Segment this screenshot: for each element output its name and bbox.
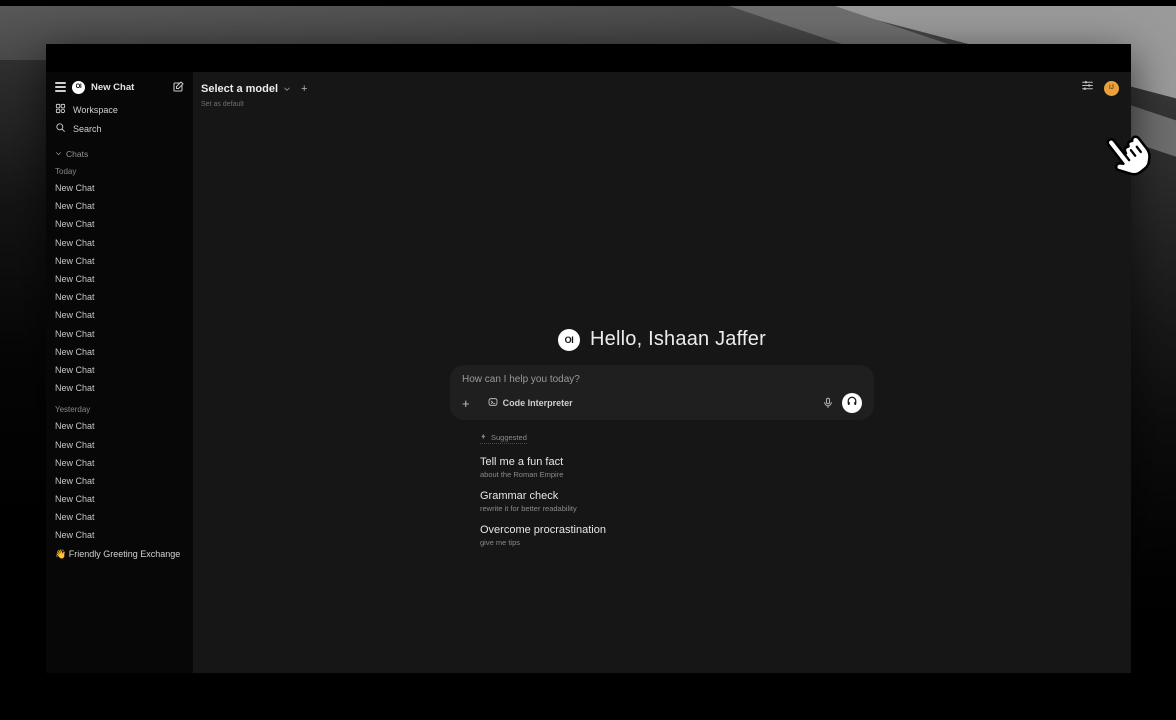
app-window: OI New Chat Workspace	[46, 44, 1131, 673]
chat-item-pinned[interactable]: 👋 Friendly Greeting Exchange	[55, 546, 184, 564]
desktop-background-bottom	[0, 688, 1176, 720]
suggested-prompt[interactable]: Grammar check rewrite it for better read…	[480, 490, 874, 513]
chat-groups: TodayNew ChatNew ChatNew ChatNew ChatNew…	[55, 167, 184, 545]
add-model-button[interactable]: +	[301, 83, 307, 95]
chat-item[interactable]: New Chat	[55, 435, 184, 453]
controls-sliders-icon[interactable]	[1081, 79, 1094, 97]
window-titlebar	[46, 44, 1131, 72]
chat-item[interactable]: New Chat	[55, 472, 184, 490]
app-logo: OI	[558, 329, 580, 351]
composer[interactable]: How can I help you today? + Code Interpr…	[450, 365, 874, 420]
chat-item[interactable]: New Chat	[55, 526, 184, 544]
chat-item[interactable]: New Chat	[55, 215, 184, 233]
suggested-section: Suggested Tell me a fun fact about the R…	[450, 427, 874, 547]
chat-item[interactable]: New Chat	[55, 361, 184, 379]
chevron-down-icon	[55, 149, 62, 159]
search-icon	[55, 122, 66, 135]
grid-icon	[55, 103, 66, 116]
chat-item[interactable]: New Chat	[55, 252, 184, 270]
code-interpreter-label: Code Interpreter	[503, 398, 573, 408]
main-panel: Select a model + Set as default IJ	[193, 72, 1131, 673]
user-avatar[interactable]: IJ	[1104, 81, 1119, 96]
chat-item[interactable]: New Chat	[55, 417, 184, 435]
chat-item[interactable]: New Chat	[55, 234, 184, 252]
code-interpreter-toggle[interactable]: Code Interpreter	[488, 397, 573, 409]
app-logo: OI	[72, 81, 85, 94]
chat-item[interactable]: New Chat	[55, 197, 184, 215]
chat-item[interactable]: New Chat	[55, 454, 184, 472]
chat-item[interactable]: New Chat	[55, 325, 184, 343]
chat-item[interactable]: New Chat	[55, 306, 184, 324]
model-selector-label: Select a model	[201, 83, 278, 95]
code-interpreter-icon	[488, 397, 498, 409]
chats-section-label: Chats	[66, 149, 88, 159]
set-as-default-button[interactable]: Set as default	[201, 101, 307, 108]
sidebar-item-label: Workspace	[73, 105, 118, 115]
chat-group-label: Yesterday	[55, 405, 184, 414]
suggested-prompt[interactable]: Tell me a fun fact about the Roman Empir…	[480, 456, 874, 479]
composer-input[interactable]: How can I help you today?	[462, 374, 862, 385]
headphones-icon	[846, 394, 858, 412]
chat-item[interactable]: New Chat	[55, 270, 184, 288]
chats-section-toggle[interactable]: Chats	[55, 149, 184, 159]
chat-group-label: Today	[55, 167, 184, 176]
chat-item[interactable]: New Chat	[55, 343, 184, 361]
chat-item[interactable]: New Chat	[55, 288, 184, 306]
chat-item[interactable]: New Chat	[55, 179, 184, 197]
attach-plus-button[interactable]: +	[462, 397, 470, 410]
voice-call-button[interactable]	[842, 393, 862, 413]
chat-item[interactable]: New Chat	[55, 490, 184, 508]
suggested-prompt[interactable]: Overcome procrastination give me tips	[480, 524, 874, 547]
greeting-title: Hello, Ishaan Jaffer	[590, 328, 766, 351]
bolt-icon	[480, 433, 487, 442]
chat-item[interactable]: New Chat	[55, 508, 184, 526]
sidebar-item-label: Search	[73, 124, 102, 134]
suggested-label: Suggested	[480, 433, 527, 444]
desktop-background-left-shade	[0, 60, 46, 720]
microphone-icon[interactable]	[822, 397, 834, 409]
chevron-down-icon	[283, 80, 291, 98]
chat-item[interactable]: New Chat	[55, 379, 184, 397]
sidebar-item-search[interactable]: Search	[55, 119, 184, 138]
sidebar-title: New Chat	[91, 82, 166, 93]
model-selector[interactable]: Select a model +	[201, 80, 307, 98]
new-chat-compose-icon[interactable]	[172, 81, 184, 93]
sidebar: OI New Chat Workspace	[46, 72, 193, 673]
sidebar-toggle-icon[interactable]	[55, 82, 66, 92]
sidebar-item-workspace[interactable]: Workspace	[55, 100, 184, 119]
